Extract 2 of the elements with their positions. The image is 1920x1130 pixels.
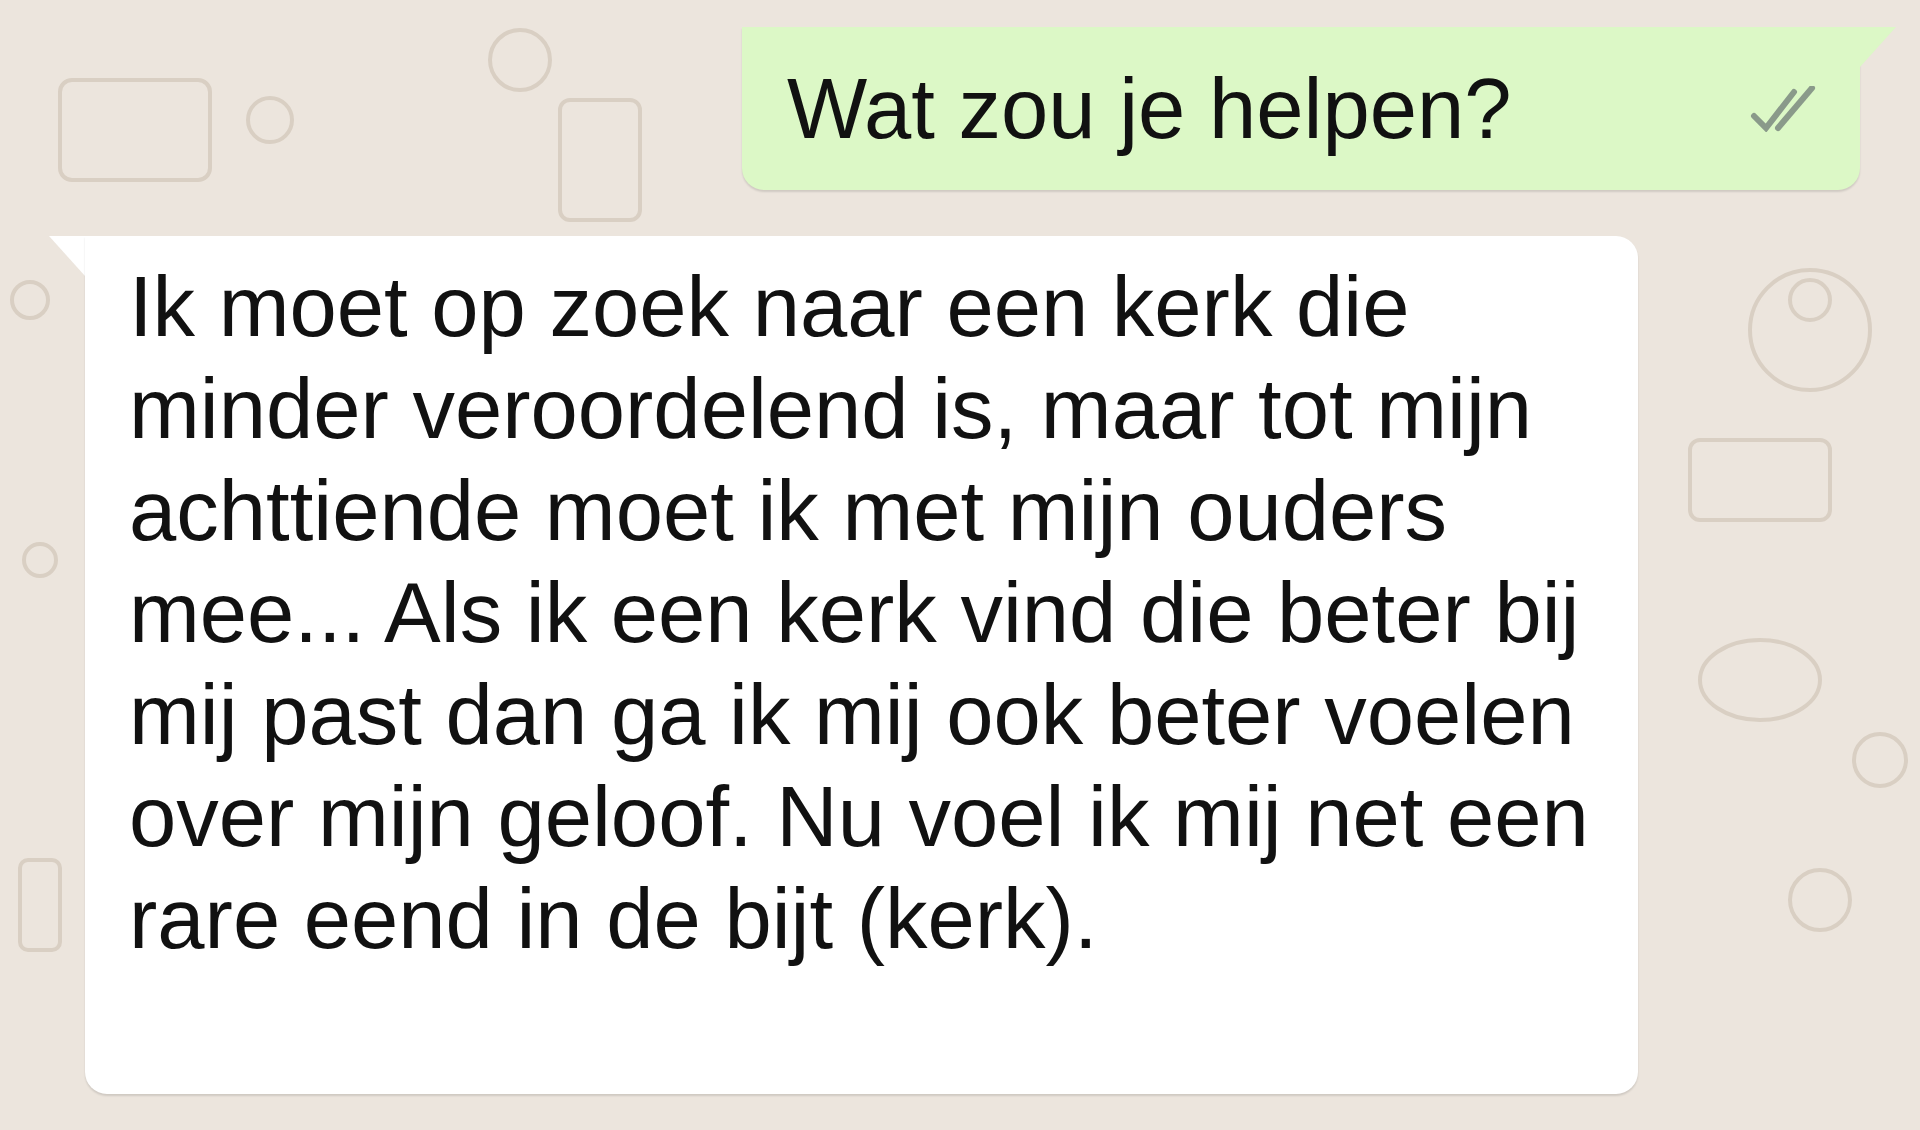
message-text: Wat zou je helpen? xyxy=(787,59,1513,158)
message-text: Ik moet op zoek naar een kerk die minder veroordelend is, maar tot mijn achttiende moet ik met mijn ouders mee... Als ik een kerk vind die beter bij mij past dan ga ik mij ook beter voelen over mijn geloof. Nu voel ik mij net een rare eend in de bijt (kerk). xyxy=(129,258,1590,968)
